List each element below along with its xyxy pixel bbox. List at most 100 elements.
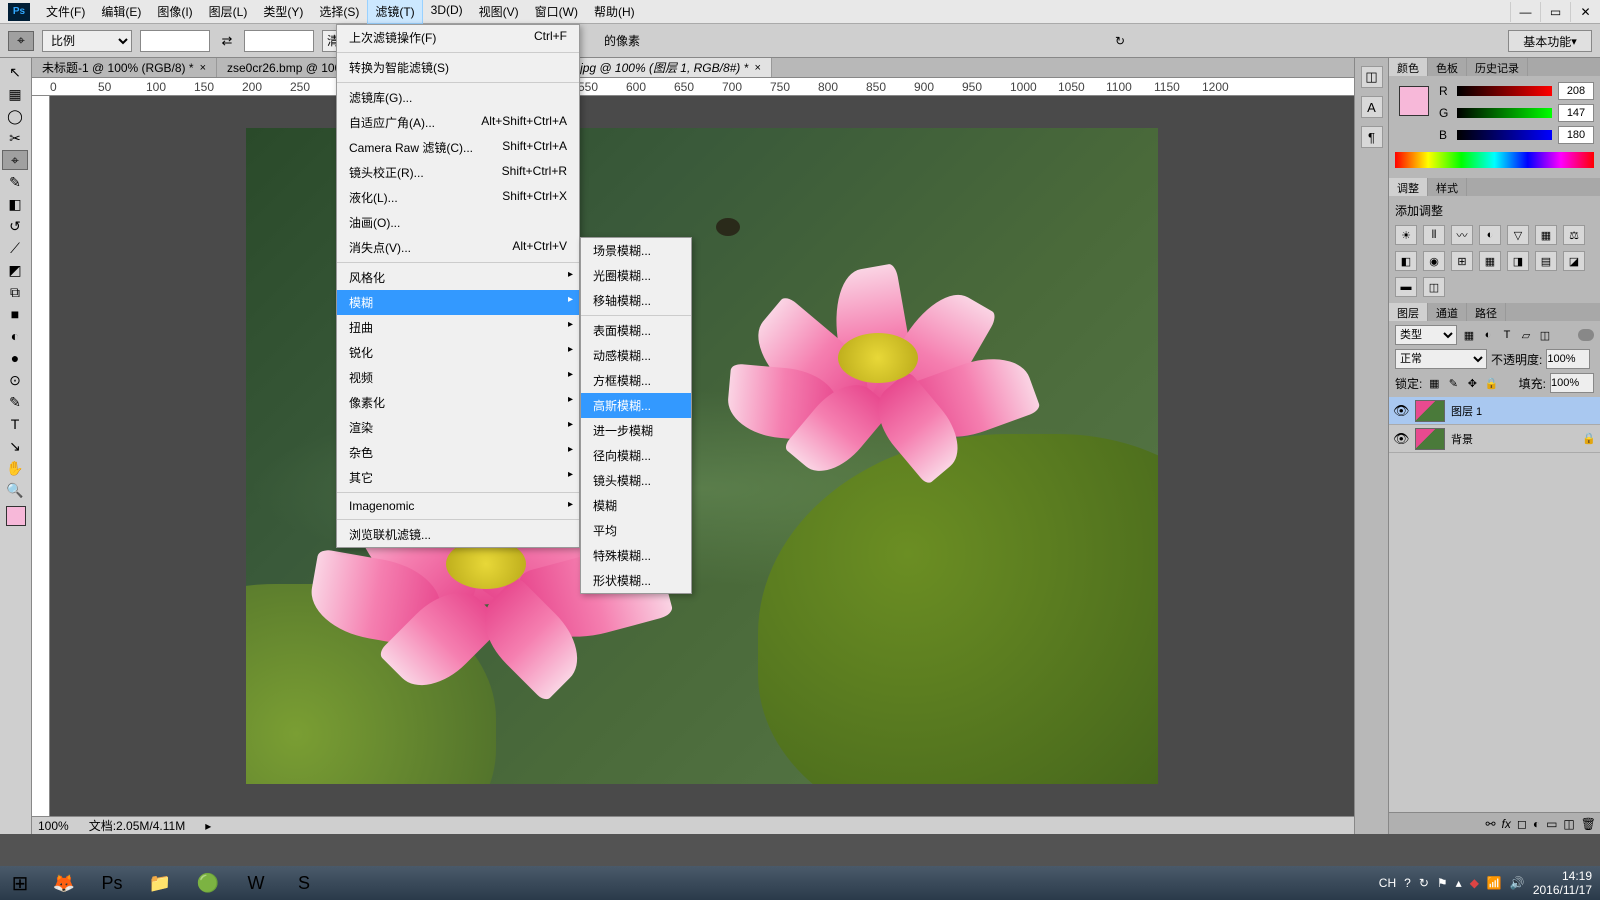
- blur-menu-item[interactable]: 镜头模糊...: [581, 468, 691, 493]
- filter-menu-item[interactable]: 扭曲: [337, 315, 579, 340]
- tab-styles[interactable]: 样式: [1428, 178, 1467, 196]
- b-slider[interactable]: [1457, 130, 1552, 140]
- b-value[interactable]: [1558, 126, 1594, 144]
- filter-smart-icon[interactable]: ◫: [1537, 327, 1553, 343]
- fx-icon[interactable]: fx: [1502, 817, 1511, 831]
- filter-menu-item[interactable]: 像素化: [337, 390, 579, 415]
- menu-编辑[interactable]: 编辑(E): [93, 0, 149, 24]
- tray-flag-icon[interactable]: ⚑: [1437, 876, 1448, 890]
- tool-2[interactable]: ◯: [2, 106, 28, 126]
- close-tab-icon[interactable]: ×: [754, 62, 760, 74]
- tool-8[interactable]: ⟋: [2, 238, 28, 258]
- filter-menu-item[interactable]: 消失点(V)...Alt+Ctrl+V: [337, 235, 579, 260]
- filter-menu-item[interactable]: 其它: [337, 465, 579, 490]
- filter-menu-item[interactable]: Camera Raw 滤镜(C)...Shift+Ctrl+A: [337, 135, 579, 160]
- lock-pos-icon[interactable]: ✥: [1464, 375, 1480, 391]
- taskbar-app[interactable]: W: [234, 868, 278, 898]
- brightness-icon[interactable]: ☀: [1395, 225, 1417, 245]
- blur-menu-item[interactable]: 表面模糊...: [581, 318, 691, 343]
- ratio-select[interactable]: 比例: [42, 30, 132, 52]
- tab-history[interactable]: 历史记录: [1467, 58, 1528, 76]
- taskbar-app[interactable]: 🟢: [186, 868, 230, 898]
- tab-adjustments[interactable]: 调整: [1389, 178, 1428, 196]
- zoom-level[interactable]: 100%: [38, 819, 69, 833]
- filter-menu-item[interactable]: 杂色: [337, 440, 579, 465]
- blur-menu-item[interactable]: 进一步模糊: [581, 418, 691, 443]
- posterize-icon[interactable]: ▤: [1535, 251, 1557, 271]
- filter-toggle[interactable]: [1578, 329, 1594, 341]
- filter-menu-item[interactable]: 风格化: [337, 265, 579, 290]
- tool-15[interactable]: ✎: [2, 392, 28, 412]
- opacity-input[interactable]: [1546, 349, 1590, 369]
- tab-layers[interactable]: 图层: [1389, 303, 1428, 321]
- layer-thumb[interactable]: [1415, 400, 1445, 422]
- mixer-icon[interactable]: ⊞: [1451, 251, 1473, 271]
- workspace-selector[interactable]: 基本功能 ▾: [1508, 30, 1592, 52]
- blur-menu-item[interactable]: 光圈模糊...: [581, 263, 691, 288]
- taskbar-app[interactable]: S: [282, 868, 326, 898]
- photo-filter-icon[interactable]: ◉: [1423, 251, 1445, 271]
- layer-row[interactable]: 👁背景🔒: [1389, 425, 1600, 453]
- filter-text-icon[interactable]: T: [1499, 327, 1515, 343]
- visibility-icon[interactable]: 👁: [1393, 431, 1409, 447]
- tool-18[interactable]: ✋: [2, 458, 28, 478]
- filter-menu-item[interactable]: 镜头校正(R)...Shift+Ctrl+R: [337, 160, 579, 185]
- threshold-icon[interactable]: ◪: [1563, 251, 1585, 271]
- blur-menu-item[interactable]: 形状模糊...: [581, 568, 691, 593]
- tool-11[interactable]: ■: [2, 304, 28, 324]
- height-input[interactable]: [244, 30, 314, 52]
- tool-3[interactable]: ✂: [2, 128, 28, 148]
- r-value[interactable]: [1558, 82, 1594, 100]
- layer-filter-select[interactable]: 类型: [1395, 325, 1457, 345]
- filter-menu-item[interactable]: 锐化: [337, 340, 579, 365]
- menu-类型[interactable]: 类型(Y): [255, 0, 311, 24]
- filter-menu-item[interactable]: 油画(O)...: [337, 210, 579, 235]
- close-button[interactable]: ✕: [1570, 2, 1600, 22]
- menu-选择[interactable]: 选择(S): [311, 0, 367, 24]
- blur-menu-item[interactable]: 动感模糊...: [581, 343, 691, 368]
- filter-menu-item[interactable]: 上次滤镜操作(F)Ctrl+F: [337, 25, 579, 50]
- history-icon[interactable]: ◫: [1361, 66, 1383, 88]
- tray-shield-icon[interactable]: ◆: [1470, 876, 1479, 890]
- taskbar-app[interactable]: Ps: [90, 868, 134, 898]
- filter-menu-item[interactable]: 自适应广角(A)...Alt+Shift+Ctrl+A: [337, 110, 579, 135]
- tray-net-icon[interactable]: 📶: [1487, 876, 1502, 890]
- tool-13[interactable]: ●: [2, 348, 28, 368]
- document-tab[interactable]: 未标题-1 @ 100% (RGB/8) *×: [32, 58, 217, 77]
- filter-menu-item[interactable]: 滤镜库(G)...: [337, 85, 579, 110]
- width-input[interactable]: [140, 30, 210, 52]
- tab-color[interactable]: 颜色: [1389, 58, 1428, 76]
- swap-icon[interactable]: ⇄: [218, 32, 236, 50]
- color-swatch[interactable]: [6, 506, 26, 526]
- tool-16[interactable]: T: [2, 414, 28, 434]
- blur-menu-item[interactable]: 方框模糊...: [581, 368, 691, 393]
- status-arrow[interactable]: ▸: [205, 819, 211, 833]
- tray-vol-icon[interactable]: 🔊: [1510, 876, 1525, 890]
- r-slider[interactable]: [1457, 86, 1552, 96]
- delete-layer-icon[interactable]: 🗑: [1581, 817, 1596, 831]
- tool-12[interactable]: ◐: [2, 326, 28, 346]
- filter-menu-item[interactable]: 液化(L)...Shift+Ctrl+X: [337, 185, 579, 210]
- filter-menu-item[interactable]: 浏览联机滤镜...: [337, 522, 579, 547]
- filter-menu-item[interactable]: Imagenomic: [337, 495, 579, 517]
- lock-pixel-icon[interactable]: ✎: [1445, 375, 1461, 391]
- color-spectrum[interactable]: [1395, 152, 1594, 168]
- tool-19[interactable]: 🔍: [2, 480, 28, 500]
- selective-icon[interactable]: ◫: [1423, 277, 1445, 297]
- blur-menu-item[interactable]: 模糊: [581, 493, 691, 518]
- bw-icon[interactable]: ◧: [1395, 251, 1417, 271]
- taskbar-app[interactable]: 🦊: [42, 868, 86, 898]
- tool-0[interactable]: ↖: [2, 62, 28, 82]
- lock-trans-icon[interactable]: ▦: [1426, 375, 1442, 391]
- blend-mode-select[interactable]: 正常: [1395, 349, 1487, 369]
- vibrance-icon[interactable]: ▽: [1507, 225, 1529, 245]
- blur-menu-item[interactable]: 移轴模糊...: [581, 288, 691, 313]
- exposure-icon[interactable]: ◐: [1479, 225, 1501, 245]
- menu-3d[interactable]: 3D(D): [423, 0, 471, 24]
- menu-滤镜[interactable]: 滤镜(T): [367, 0, 422, 24]
- close-tab-icon[interactable]: ×: [200, 62, 206, 74]
- blur-menu-item[interactable]: 场景模糊...: [581, 238, 691, 263]
- tool-14[interactable]: ⊙: [2, 370, 28, 390]
- tool-1[interactable]: ▦: [2, 84, 28, 104]
- foreground-color[interactable]: [1399, 86, 1429, 116]
